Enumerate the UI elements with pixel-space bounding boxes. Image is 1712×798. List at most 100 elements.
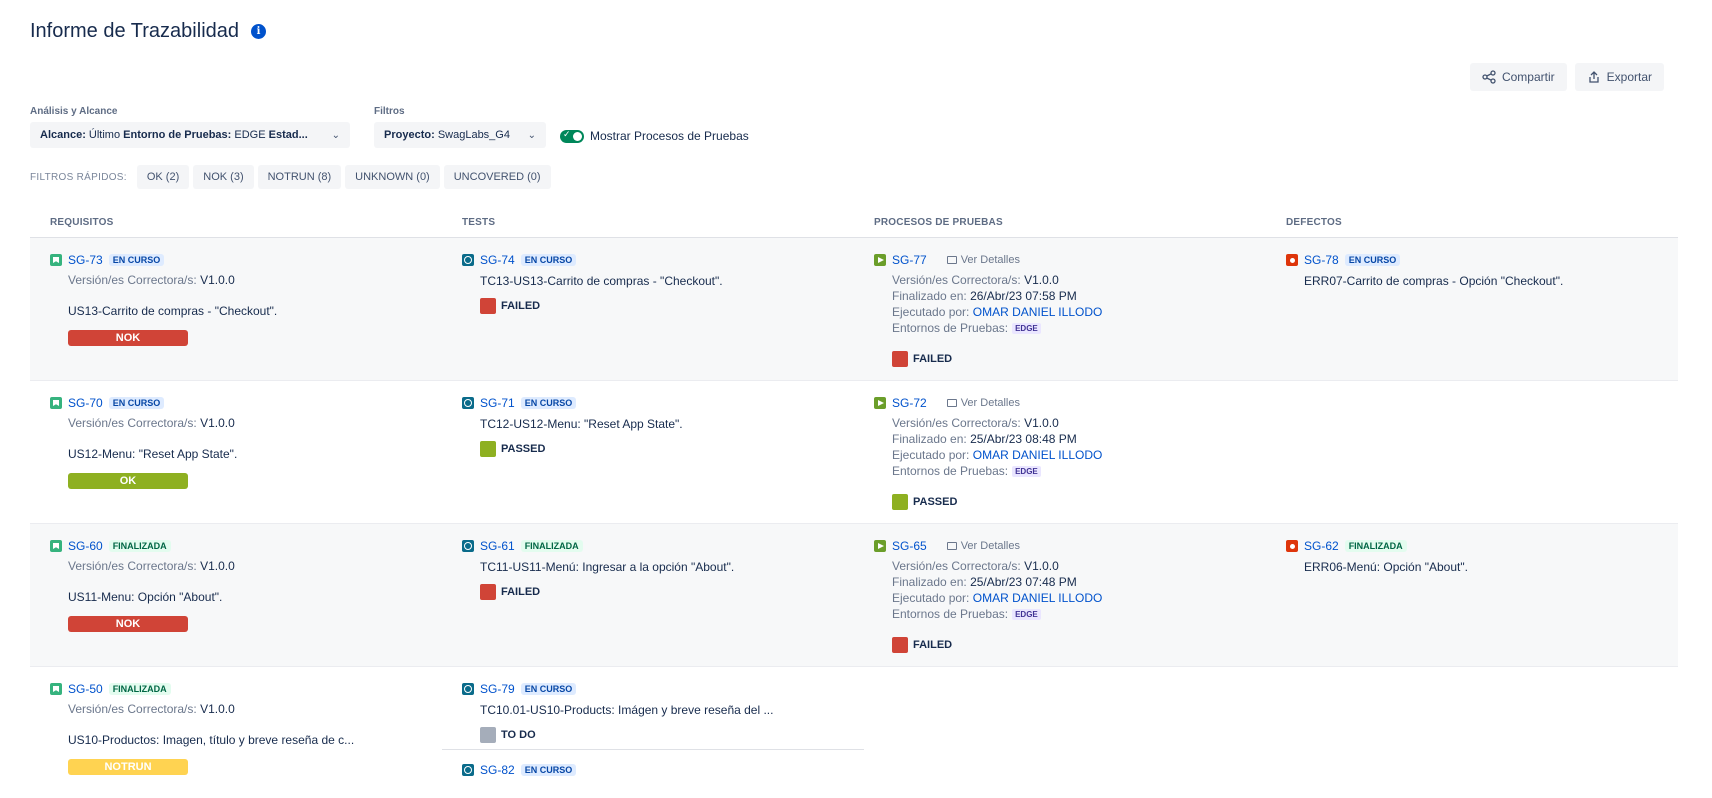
requirement-cell: SG-50 FINALIZADA Versión/es Correctora/s:… <box>30 667 442 798</box>
state-key: Estad... <box>268 129 308 141</box>
executor-link[interactable]: OMAR DANIEL ILLODO <box>973 448 1103 462</box>
coverage-status-bar: NOTRUN <box>68 759 188 775</box>
version-label: Versión/es Correctora/s: <box>892 273 1021 287</box>
executed-label: Ejecutado por: <box>892 448 970 462</box>
test-cell: SG-71 EN CURSO TC12-US12-Menu: "Reset App… <box>442 381 854 523</box>
executor-link[interactable]: OMAR DANIEL ILLODO <box>973 591 1103 605</box>
test-key-link[interactable]: SG-82 <box>480 763 515 777</box>
test-key-link[interactable]: SG-71 <box>480 396 515 410</box>
table-row: SG-50 FINALIZADA Versión/es Correctora/s:… <box>30 667 1678 798</box>
execution-result-label: FAILED <box>913 638 953 651</box>
requirement-key-link[interactable]: SG-73 <box>68 253 103 267</box>
requirement-key-link[interactable]: SG-70 <box>68 396 103 410</box>
analysis-filter-group: Análisis y Alcance Alcance: Último Entor… <box>30 106 350 148</box>
defect-cell <box>1266 667 1678 798</box>
version-line: Versión/es Correctora/s: V1.0.0 <box>50 415 442 431</box>
details-link[interactable]: Ver Detalles <box>946 540 1020 552</box>
details-link[interactable]: Ver Detalles <box>946 254 1020 266</box>
test-result-label: TO DO <box>501 729 536 741</box>
failed-square-icon <box>892 636 908 653</box>
export-button[interactable]: Exportar <box>1574 63 1664 91</box>
execution-key-link[interactable]: SG-77 <box>892 253 927 267</box>
test-icon <box>462 254 474 266</box>
environments-label: Entornos de Pruebas: <box>892 607 1009 621</box>
failed-square-icon <box>480 298 496 314</box>
execution-result: FAILED <box>874 350 1266 367</box>
test-key-link[interactable]: SG-79 <box>480 682 515 696</box>
scope-value: Último <box>88 129 121 141</box>
finished-value: 25/Abr/23 07:48 PM <box>970 575 1077 589</box>
execution-key-link[interactable]: SG-65 <box>892 539 927 553</box>
execution-result: PASSED <box>874 493 1266 510</box>
test-icon <box>462 540 474 552</box>
test-icon <box>462 397 474 409</box>
status-badge: EN CURSO <box>520 764 577 776</box>
project-select[interactable]: Proyecto: SwagLabs_G4 ⌄ <box>374 122 546 148</box>
version-value: V1.0.0 <box>1024 273 1059 287</box>
failed-square-icon <box>480 584 496 600</box>
status-badge: EN CURSO <box>520 397 577 409</box>
story-icon <box>50 397 62 409</box>
status-badge: EN CURSO <box>108 397 165 409</box>
test-result: PASSED <box>462 441 854 457</box>
details-link[interactable]: Ver Detalles <box>946 397 1020 409</box>
quick-filter-unknown[interactable]: UNKNOWN (0) <box>345 165 440 189</box>
details-label: Ver Detalles <box>960 540 1020 552</box>
defect-cell: SG-62 FINALIZADA ERR06-Menú: Opción "Abou… <box>1266 524 1678 666</box>
scope-key: Alcance: <box>40 129 86 141</box>
table-row: SG-60 FINALIZADA Versión/es Correctora/s:… <box>30 524 1678 667</box>
requirement-key-link[interactable]: SG-50 <box>68 682 103 696</box>
defect-key-link[interactable]: SG-78 <box>1304 253 1339 267</box>
test-key-link[interactable]: SG-74 <box>480 253 515 267</box>
defect-key-link[interactable]: SG-62 <box>1304 539 1339 553</box>
execution-icon <box>874 254 886 266</box>
version-label: Versión/es Correctora/s: <box>68 416 197 430</box>
env-key: Entorno de Pruebas: <box>123 129 232 141</box>
defect-summary: ERR07-Carrito de compras - Opción "Check… <box>1304 274 1564 288</box>
quick-filter-uncovered[interactable]: UNCOVERED (0) <box>443 165 551 189</box>
column-header-test-processes: PROCESOS DE PRUEBAS <box>874 216 1003 228</box>
quick-filter-nok[interactable]: NOK (3) <box>193 165 254 189</box>
status-badge: FINALIZADA <box>1344 540 1407 552</box>
todo-square-icon <box>480 727 496 743</box>
passed-square-icon <box>892 493 908 510</box>
project-value: SwagLabs_G4 <box>437 129 510 141</box>
test-cell: SG-61 FINALIZADA TC11-US11-Menú: Ingresar… <box>442 524 854 666</box>
show-processes-toggle-wrap: Mostrar Procesos de Pruebas <box>560 129 749 143</box>
info-icon[interactable]: i <box>251 24 267 39</box>
share-button[interactable]: Compartir <box>1469 63 1567 91</box>
status-badge: FINALIZADA <box>108 540 171 552</box>
test-summary: TC12-US12-Menu: "Reset App State". <box>480 417 683 431</box>
execution-key-link[interactable]: SG-72 <box>892 396 927 410</box>
show-processes-toggle[interactable] <box>560 129 584 143</box>
execution-icon <box>874 397 886 409</box>
project-key: Proyecto: <box>384 129 435 141</box>
version-line: Versión/es Correctora/s: V1.0.0 <box>50 272 442 288</box>
test-key-link[interactable]: SG-61 <box>480 539 515 553</box>
version-value: V1.0.0 <box>1024 416 1059 430</box>
quick-filters-label: FILTROS RÁPIDOS: <box>30 171 127 183</box>
quick-filter-ok[interactable]: OK (2) <box>136 165 190 189</box>
status-badge: EN CURSO <box>520 683 577 695</box>
version-value: V1.0.0 <box>1024 559 1059 573</box>
test-cell: SG-74 EN CURSO TC13-US13-Carrito de compr… <box>442 238 854 380</box>
test-process-cell: SG-65 Ver Detalles Versión/es Correctora/… <box>854 524 1266 666</box>
env-value: EDGE <box>234 129 266 141</box>
share-label: Compartir <box>1501 70 1555 84</box>
show-processes-label: Mostrar Procesos de Pruebas <box>590 129 749 143</box>
status-badge: FINALIZADA <box>108 683 171 695</box>
column-header-tests: TESTS <box>462 216 496 228</box>
version-label: Versión/es Correctora/s: <box>892 559 1021 573</box>
top-actions: Compartir Exportar <box>1469 63 1664 91</box>
scope-select[interactable]: Alcance: Último Entorno de Pruebas: EDGE… <box>30 122 350 148</box>
execution-result-label: PASSED <box>913 495 958 508</box>
defect-cell: SG-78 EN CURSO ERR07-Carrito de compras -… <box>1266 238 1678 380</box>
test-icon <box>462 683 474 695</box>
requirement-key-link[interactable]: SG-60 <box>68 539 103 553</box>
requirement-summary: US12-Menu: "Reset App State". <box>68 447 238 461</box>
version-label: Versión/es Correctora/s: <box>68 559 197 573</box>
executor-link[interactable]: OMAR DANIEL ILLODO <box>973 305 1103 319</box>
quick-filters: FILTROS RÁPIDOS: OK (2) NOK (3) NOTRUN (… <box>30 165 551 189</box>
quick-filter-notrun[interactable]: NOTRUN (8) <box>257 165 342 189</box>
status-badge: EN CURSO <box>108 254 165 266</box>
